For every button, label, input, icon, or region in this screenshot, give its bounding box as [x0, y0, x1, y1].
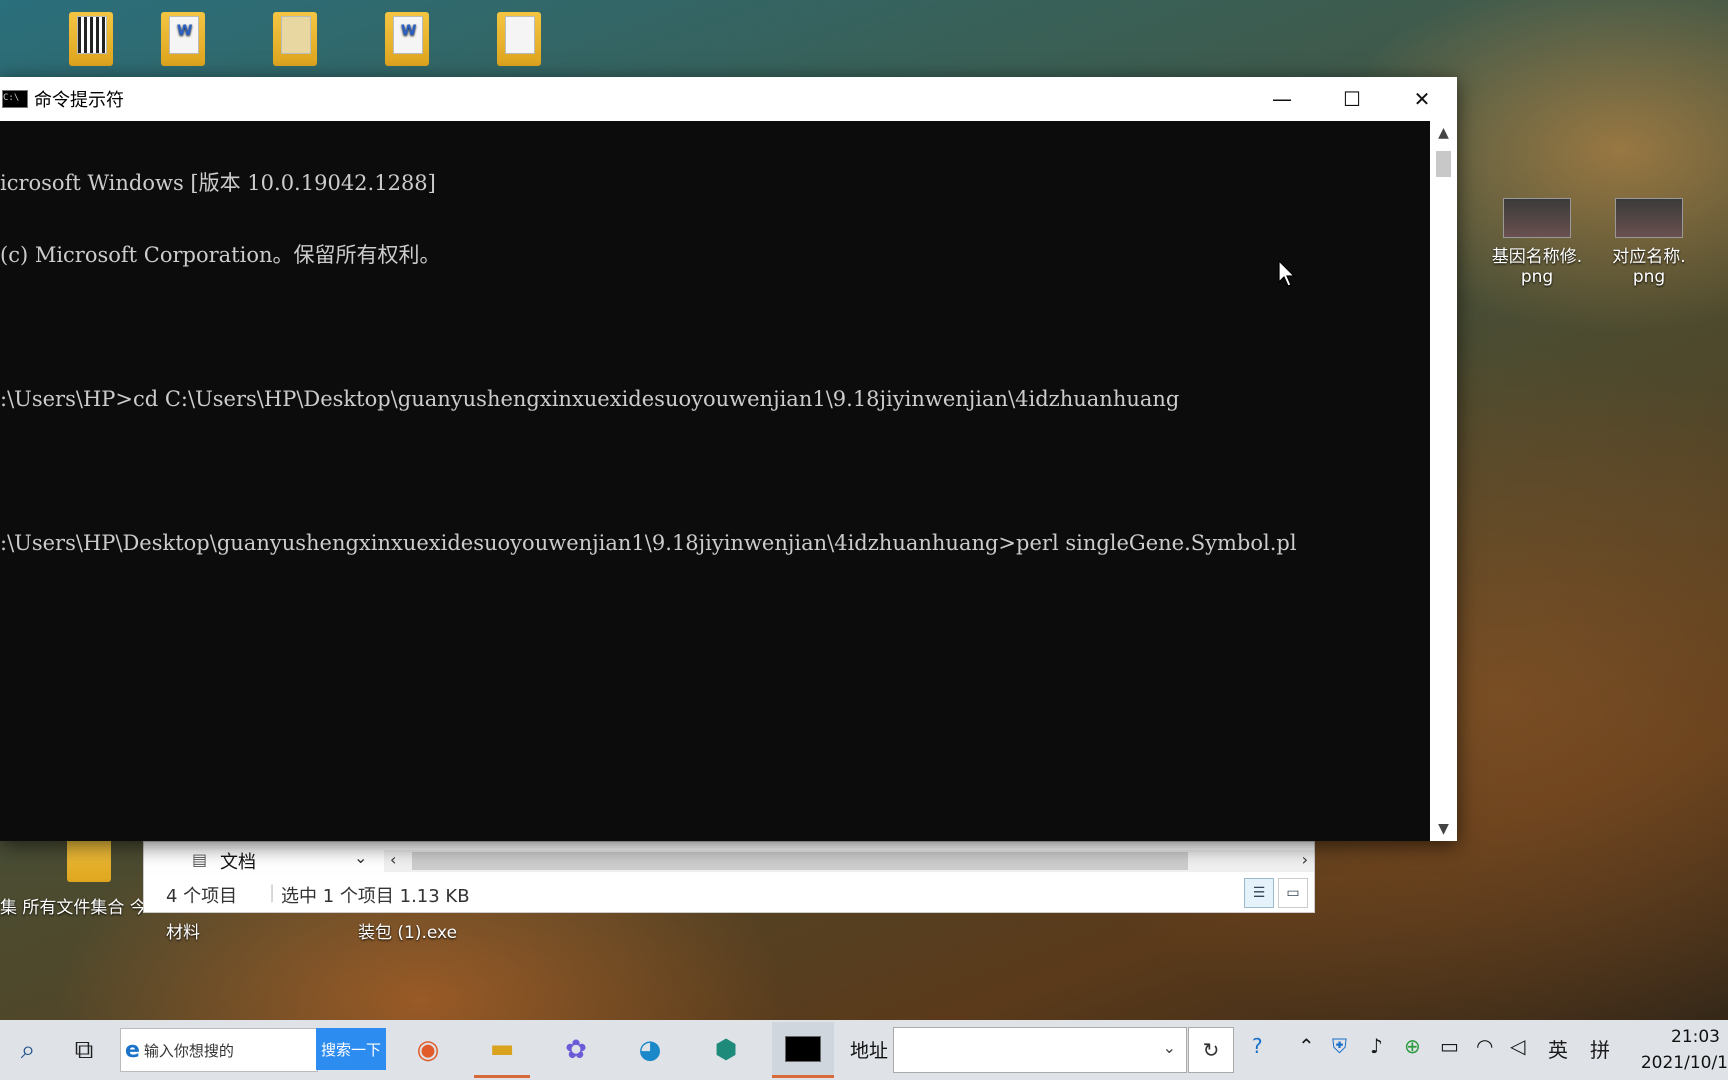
item-count: 4 个项目	[166, 886, 238, 907]
ime-mode[interactable]: 拼	[1590, 1034, 1610, 1063]
console-line: (c) Microsoft Corporation。保留所有权利。	[0, 243, 441, 267]
security-app-icon[interactable]: ⊕	[1404, 1034, 1421, 1058]
color-wheel-app-icon[interactable]: ◉	[400, 1022, 456, 1078]
shield-icon[interactable]: ⛨	[1332, 1034, 1347, 1058]
command-prompt-taskbar-icon[interactable]	[772, 1022, 834, 1078]
clock-time: 21:03	[1671, 1027, 1720, 1047]
desktop-icon-folder-2[interactable]	[250, 12, 340, 66]
maximize-button[interactable]: ☐	[1317, 77, 1387, 121]
refresh-button[interactable]: ↻	[1188, 1027, 1234, 1073]
chevron-down-icon[interactable]: ⌄	[354, 848, 367, 867]
taskbar-search-input[interactable]: e 输入你想搜的	[120, 1028, 318, 1072]
desktop-icon-collection-folder[interactable]	[44, 838, 134, 882]
chevron-up-icon[interactable]: ⌃	[1298, 1034, 1315, 1058]
chevron-down-icon[interactable]: ⌄	[1163, 1038, 1176, 1057]
close-button[interactable]: ✕	[1387, 77, 1457, 121]
scroll-right-icon[interactable]: ›	[1302, 850, 1308, 869]
scroll-down-icon[interactable]: ▼	[1430, 821, 1457, 837]
console-output[interactable]: icrosoft Windows [版本 10.0.19042.1288] (c…	[0, 121, 1430, 843]
taskbar-clock[interactable]: 21:03 2021/10/1	[1640, 1024, 1728, 1076]
console-line: icrosoft Windows [版本 10.0.19042.1288]	[0, 171, 436, 195]
image-thumbnail-icon	[1503, 198, 1571, 238]
command-prompt-window[interactable]: C:\ 命令提示符 — ☐ ✕ icrosoft Windows [版本 10.…	[0, 77, 1457, 841]
desktop-icon-label: png	[1520, 267, 1554, 287]
document-icon: ▤	[192, 850, 208, 869]
status-divider: |	[269, 882, 276, 903]
details-view-icon[interactable]: ☰	[1244, 878, 1274, 908]
desktop-icon-label: 基因名称修.	[1491, 247, 1583, 267]
search-icon[interactable]: ⌕	[0, 1022, 56, 1078]
wifi-icon[interactable]: ◠	[1476, 1034, 1493, 1058]
window-titlebar[interactable]: C:\ 命令提示符 — ☐ ✕	[0, 77, 1457, 121]
ime-language[interactable]: 英	[1548, 1034, 1568, 1063]
scroll-up-icon[interactable]: ▲	[1430, 125, 1457, 141]
desktop-icon-gene-name-png[interactable]: 基因名称修. png	[1482, 198, 1592, 287]
microphone-icon[interactable]: ♪	[1370, 1034, 1383, 1058]
volume-icon[interactable]: ◁	[1510, 1034, 1525, 1058]
nav-item-documents[interactable]: 文档	[220, 848, 256, 874]
help-icon[interactable]: ?	[1252, 1034, 1263, 1058]
console-line: :\Users\HP\Desktop\guanyushengxinxuexide…	[0, 531, 1297, 555]
cmd-app-icon: C:\	[2, 90, 28, 108]
vpn-app-icon[interactable]: ⬢	[698, 1022, 754, 1078]
file-explorer-window: ▤ 文档 ⌄ ‹ › 4 个项目 | 选中 1 个项目 1.13 KB ☰ ▭	[143, 841, 1315, 913]
address-label: 地址	[850, 1040, 889, 1062]
desktop-icon-mapping-name-png[interactable]: 对应名称. png	[1594, 198, 1704, 287]
horizontal-scrollbar[interactable]: ‹ ›	[384, 850, 1314, 872]
folder-icon	[497, 12, 541, 66]
desktop-icon-label: 装包 (1).exe	[358, 923, 458, 943]
desktop-icon-qr-folder[interactable]	[46, 12, 136, 66]
folder-icon	[69, 12, 113, 66]
search-placeholder: 输入你想搜的	[143, 1041, 234, 1060]
desktop-icon-label: 集 所有文件集合 今	[0, 898, 147, 918]
desktop-icon-label: 材料	[166, 923, 200, 943]
desktop-icon-doc-folder-3[interactable]	[362, 12, 452, 66]
minimize-button[interactable]: —	[1247, 77, 1317, 121]
browser-e-icon: e	[125, 1037, 140, 1063]
clock-date: 2021/10/1	[1640, 1053, 1728, 1073]
mouse-cursor-icon	[1278, 260, 1296, 287]
folder-icon	[161, 12, 205, 66]
edge-browser-icon[interactable]: ◕	[622, 1022, 678, 1078]
image-thumbnail-icon	[1615, 198, 1683, 238]
search-button[interactable]: 搜索一下	[316, 1028, 386, 1070]
desktop-icon-label: 对应名称.	[1612, 247, 1686, 267]
desktop-icon-label: png	[1632, 267, 1666, 287]
selection-status: 选中 1 个项目 1.13 KB	[281, 886, 470, 907]
scroll-left-icon[interactable]: ‹	[390, 850, 396, 869]
scrollbar-thumb[interactable]	[1436, 151, 1451, 177]
large-icons-view-icon[interactable]: ▭	[1278, 878, 1308, 908]
battery-icon[interactable]: ▭	[1440, 1034, 1459, 1058]
task-view-icon[interactable]: ⧉	[56, 1022, 112, 1078]
window-title: 命令提示符	[34, 90, 124, 111]
file-explorer-icon[interactable]: ▬	[474, 1022, 530, 1078]
address-input[interactable]: ⌄	[893, 1027, 1187, 1073]
folder-icon	[273, 12, 317, 66]
scrollbar-thumb[interactable]	[412, 852, 1188, 870]
vertical-scrollbar[interactable]: ▲ ▼	[1430, 121, 1457, 841]
desktop-icon-folder-4[interactable]	[474, 12, 564, 66]
folder-icon	[67, 838, 111, 882]
desktop-icon-doc-folder-1[interactable]	[138, 12, 228, 66]
refresh-icon: ↻	[1202, 1038, 1220, 1062]
baidu-netdisk-icon[interactable]: ✿	[548, 1022, 604, 1078]
folder-icon	[385, 12, 429, 66]
console-line: :\Users\HP>cd C:\Users\HP\Desktop\guanyu…	[0, 387, 1180, 411]
